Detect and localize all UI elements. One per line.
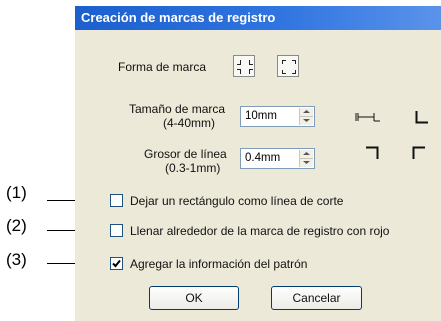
cut-line-label: Dejar un rectángulo como línea de corte <box>130 194 344 208</box>
line-thickness-value[interactable]: 0.4mm <box>245 152 280 164</box>
registration-marks-dialog: Creación de marcas de registro Forma de … <box>75 6 441 321</box>
checkbox-red-fill-row[interactable]: Llenar alrededor de la marca de registro… <box>110 223 430 239</box>
dialog-title[interactable]: Creación de marcas de registro <box>75 6 441 30</box>
cut-line-checkbox[interactable] <box>110 194 123 207</box>
callout-3: (3) <box>6 250 27 269</box>
checkmark-icon <box>112 259 121 268</box>
mark-size-arrows <box>299 108 313 125</box>
line-range-label: (0.3-1mm) <box>165 161 221 175</box>
chevron-down-icon <box>303 119 310 122</box>
mark-size-up-button[interactable] <box>300 108 313 117</box>
size-range-label: (4-40mm) <box>163 116 216 130</box>
bracket-corner-mark-button[interactable] <box>277 55 299 77</box>
pattern-info-checkbox[interactable] <box>110 257 123 270</box>
top-left-corner-icon <box>412 146 425 159</box>
pattern-info-label: Agregar la información del patrón <box>130 257 308 271</box>
mark-size-down-button[interactable] <box>300 117 313 125</box>
checkbox-pattern-info-row[interactable]: Agregar la información del patrón <box>110 256 360 272</box>
line-thickness-arrows <box>299 150 313 167</box>
line-thickness-stepper[interactable]: 0.4mm <box>240 148 315 169</box>
red-fill-checkbox[interactable] <box>110 224 123 237</box>
callout-2: (2) <box>6 216 27 235</box>
cancel-button[interactable]: Cancelar <box>271 286 362 310</box>
chevron-up-icon <box>303 110 310 113</box>
chevron-up-icon <box>303 152 310 155</box>
checkbox-cut-line-row[interactable]: Dejar un rectángulo como línea de corte <box>110 193 380 209</box>
bracket-corner-mark-icon <box>282 60 296 74</box>
cross-corner-mark-icon <box>237 60 253 74</box>
ok-button[interactable]: OK <box>149 286 239 310</box>
callout-1: (1) <box>6 183 27 202</box>
chevron-down-icon <box>303 161 310 164</box>
cross-corner-mark-button[interactable] <box>233 55 255 77</box>
line-thickness-up-button[interactable] <box>300 150 313 159</box>
size-label: Tamaño de marca <box>129 102 226 116</box>
line-label: Grosor de línea <box>144 147 227 161</box>
shape-label: Forma de marca <box>118 60 207 74</box>
bottom-left-corner-icon <box>415 111 428 124</box>
red-fill-label: Llenar alrededor de la marca de registro… <box>130 224 390 238</box>
mark-size-value[interactable]: 10mm <box>245 110 277 122</box>
line-thickness-down-button[interactable] <box>300 159 313 167</box>
mark-size-stepper[interactable]: 10mm <box>240 106 315 127</box>
size-dimension-icon <box>355 113 380 122</box>
top-right-corner-icon <box>366 146 379 159</box>
